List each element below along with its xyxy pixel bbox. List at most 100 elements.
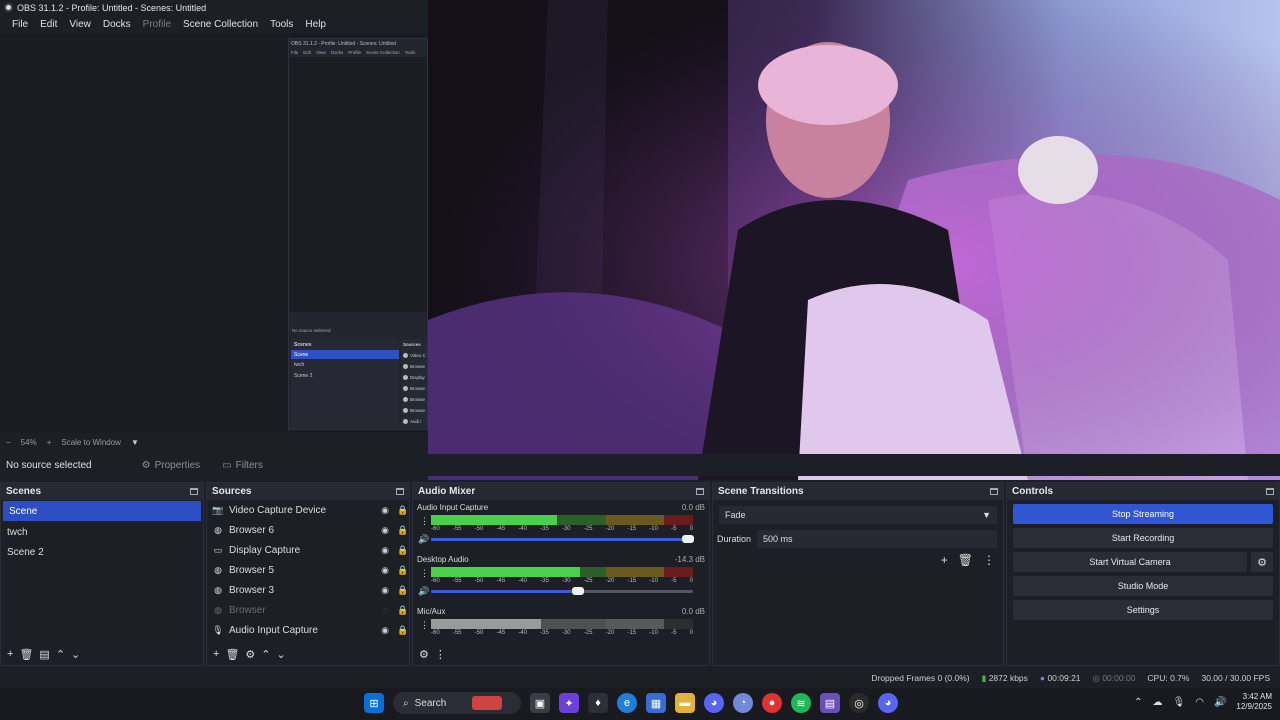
lock-icon[interactable]: 🔒 bbox=[397, 625, 409, 636]
channel-menu-icon[interactable]: ⋮ bbox=[420, 568, 429, 579]
add-source-icon[interactable]: + bbox=[213, 648, 219, 660]
discord-icon[interactable]: ◕ bbox=[878, 693, 898, 713]
properties-button[interactable]: ⚙ Properties bbox=[142, 460, 201, 471]
lock-icon[interactable]: 🔒 bbox=[397, 605, 409, 616]
lock-icon[interactable]: 🔒 bbox=[397, 545, 409, 556]
mic-icon[interactable]: 🎙 bbox=[1173, 697, 1186, 708]
level-meter bbox=[431, 567, 693, 577]
meter-tick-label: -25 bbox=[583, 578, 593, 584]
volume-slider[interactable] bbox=[431, 535, 694, 543]
menu-docks[interactable]: Docks bbox=[97, 19, 137, 30]
move-down-icon[interactable]: ⌄ bbox=[71, 648, 80, 661]
file-explorer-icon[interactable]: ▬ bbox=[675, 693, 695, 713]
add-transition-icon[interactable]: + bbox=[941, 553, 948, 567]
source-properties-icon[interactable]: ⚙ bbox=[245, 648, 255, 661]
eye-icon[interactable]: ◉ bbox=[379, 565, 391, 576]
scale-mode[interactable]: Scale to Window bbox=[61, 438, 121, 447]
source-item[interactable]: ◍ Browser 3 ◉ 🔒 bbox=[207, 580, 409, 600]
undock-icon[interactable] bbox=[190, 488, 198, 495]
channel-menu-icon[interactable]: ⋮ bbox=[420, 620, 429, 631]
chat-icon[interactable]: ◔ bbox=[733, 693, 753, 713]
scene-filters-icon[interactable]: ▤ bbox=[39, 648, 49, 661]
move-up-icon[interactable]: ⌃ bbox=[56, 648, 65, 661]
advanced-audio-icon[interactable]: ⚙ bbox=[419, 648, 429, 661]
lock-icon[interactable]: 🔒 bbox=[397, 585, 409, 596]
source-item[interactable]: 📷 Video Capture Device ◉ 🔒 bbox=[207, 500, 409, 520]
app-icon[interactable]: ▤ bbox=[820, 693, 840, 713]
undock-icon[interactable] bbox=[696, 488, 704, 495]
volume-icon[interactable]: 🔊 bbox=[1214, 697, 1226, 708]
edge-icon[interactable]: e bbox=[617, 693, 637, 713]
menu-view[interactable]: View bbox=[63, 19, 97, 30]
spotify-icon[interactable]: ≋ bbox=[791, 693, 811, 713]
source-item[interactable]: ◍ Browser 5 ◉ 🔒 bbox=[207, 560, 409, 580]
undock-icon[interactable] bbox=[396, 488, 404, 495]
transition-menu-icon[interactable]: ⋮ bbox=[983, 553, 995, 567]
menu-scene-collection[interactable]: Scene Collection bbox=[177, 19, 264, 30]
discord-icon[interactable]: ◕ bbox=[704, 693, 724, 713]
cloud-icon[interactable]: ☁ bbox=[1153, 697, 1163, 708]
settings-button[interactable]: Settings bbox=[1013, 600, 1273, 620]
windows-start-icon[interactable]: ⊞ bbox=[364, 693, 384, 713]
clock[interactable]: 3:42 AM 12/9/2025 bbox=[1236, 692, 1272, 712]
channel-menu-icon[interactable]: ⋮ bbox=[420, 516, 429, 527]
duration-input[interactable]: 500 ms bbox=[757, 530, 997, 548]
volume-knob[interactable] bbox=[571, 587, 584, 595]
volume-slider[interactable] bbox=[431, 587, 693, 595]
move-down-icon[interactable]: ⌄ bbox=[277, 648, 286, 661]
record-app-icon[interactable]: ● bbox=[762, 693, 782, 713]
transition-select[interactable]: Fade ▼ bbox=[719, 506, 997, 524]
lock-icon[interactable]: 🔒 bbox=[397, 525, 409, 536]
nested-menu-item: View bbox=[316, 49, 326, 55]
scale-dropdown-icon[interactable]: ▼ bbox=[131, 438, 139, 447]
taskbar-search[interactable]: ⌕ Search bbox=[393, 692, 521, 714]
gear-icon[interactable]: ⚙ bbox=[1251, 552, 1273, 572]
scene-item[interactable]: Scene 2 bbox=[1, 542, 203, 562]
filters-button[interactable]: ▭ Filters bbox=[222, 460, 263, 471]
speaker-icon[interactable]: 🔊 bbox=[418, 534, 429, 545]
store-icon[interactable]: ▦ bbox=[646, 693, 666, 713]
scene-item[interactable]: twch bbox=[1, 522, 203, 542]
eye-icon[interactable]: ◉ bbox=[379, 525, 391, 536]
menu-help[interactable]: Help bbox=[299, 19, 332, 30]
menu-edit[interactable]: Edit bbox=[34, 19, 63, 30]
source-item[interactable]: ◍ Browser ◌ 🔒 bbox=[207, 600, 409, 620]
eye-icon[interactable]: ◉ bbox=[379, 545, 391, 556]
eye-icon[interactable]: ◉ bbox=[379, 625, 391, 636]
source-item[interactable]: 🎙 Audio Input Capture ◉ 🔒 bbox=[207, 620, 409, 640]
copilot-icon[interactable]: ✦ bbox=[559, 693, 579, 713]
move-up-icon[interactable]: ⌃ bbox=[261, 648, 270, 661]
menu-tools[interactable]: Tools bbox=[264, 19, 299, 30]
remove-scene-icon[interactable]: 🗑 bbox=[19, 648, 33, 661]
remove-transition-icon[interactable]: 🗑 bbox=[958, 553, 973, 567]
eye-icon[interactable]: ◉ bbox=[379, 505, 391, 516]
chevron-up-icon[interactable]: ⌃ bbox=[1134, 697, 1142, 708]
menu-file[interactable]: File bbox=[6, 19, 34, 30]
mixer-menu-icon[interactable]: ⋮ bbox=[435, 648, 446, 661]
scene-item[interactable]: Scene bbox=[3, 501, 201, 521]
add-scene-icon[interactable]: + bbox=[7, 648, 13, 660]
source-item[interactable]: ◍ Browser 6 ◉ 🔒 bbox=[207, 520, 409, 540]
stop-streaming-button[interactable]: Stop Streaming bbox=[1013, 504, 1273, 524]
lock-icon[interactable]: 🔒 bbox=[397, 565, 409, 576]
undock-icon[interactable] bbox=[990, 488, 998, 495]
webcam-preview[interactable] bbox=[428, 0, 1280, 480]
undock-icon[interactable] bbox=[1266, 488, 1274, 495]
start-recording-button[interactable]: Start Recording bbox=[1013, 528, 1273, 548]
speaker-icon[interactable]: 🔊 bbox=[418, 586, 429, 597]
lock-icon[interactable]: 🔒 bbox=[397, 505, 409, 516]
app-icon[interactable]: ♦ bbox=[588, 693, 608, 713]
source-item[interactable]: ▭ Display Capture ◉ 🔒 bbox=[207, 540, 409, 560]
wifi-icon[interactable]: ◠ bbox=[1195, 697, 1204, 708]
volume-knob[interactable] bbox=[681, 535, 694, 543]
remove-source-icon[interactable]: 🗑 bbox=[225, 648, 239, 661]
start-virtual-camera-button[interactable]: Start Virtual Camera bbox=[1013, 552, 1247, 572]
studio-mode-button[interactable]: Studio Mode bbox=[1013, 576, 1273, 596]
task-view-icon[interactable]: ▣ bbox=[530, 693, 550, 713]
zoom-in-button[interactable]: + bbox=[47, 438, 52, 447]
zoom-out-button[interactable]: − bbox=[6, 438, 11, 447]
eye-off-icon[interactable]: ◌ bbox=[379, 605, 391, 615]
menu-profile[interactable]: Profile bbox=[137, 19, 177, 30]
eye-icon[interactable]: ◉ bbox=[379, 585, 391, 596]
obs-icon[interactable]: ◎ bbox=[849, 693, 869, 713]
